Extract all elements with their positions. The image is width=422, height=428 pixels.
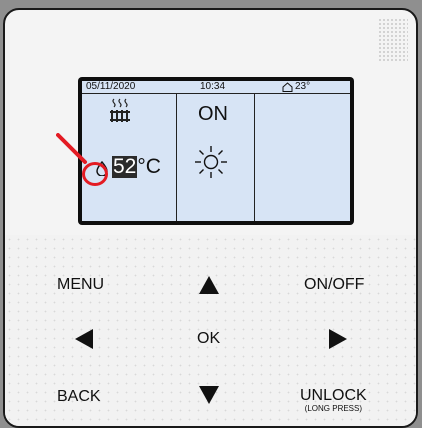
- ok-button[interactable]: OK: [197, 330, 220, 348]
- panel-divider: [176, 93, 177, 221]
- indoor-temp-value: 23°: [295, 81, 311, 92]
- lcd-display: 05/11/2020 10:34 23° 52 °C ON: [78, 77, 354, 225]
- date-text: 05/11/2020: [86, 81, 136, 92]
- up-arrow-icon[interactable]: [198, 275, 220, 295]
- water-setpoint[interactable]: 52 °C: [112, 155, 161, 179]
- unlock-label: UNLOCK: [300, 387, 367, 404]
- menu-button[interactable]: MENU: [57, 276, 104, 294]
- annotation-pointer: [56, 133, 87, 164]
- speaker-grille: [378, 18, 408, 63]
- lcd-screen: 05/11/2020 10:34 23° 52 °C ON: [82, 81, 350, 221]
- on-off-button[interactable]: ON/OFF: [304, 276, 364, 294]
- indoor-temp: 23°: [282, 81, 310, 93]
- status-bar: 05/11/2020 10:34 23°: [82, 81, 350, 94]
- unlock-hint: (LONG PRESS): [304, 404, 363, 413]
- setpoint-value: 52: [112, 155, 138, 178]
- left-arrow-icon[interactable]: [74, 328, 94, 350]
- down-arrow-icon[interactable]: [198, 385, 220, 405]
- home-icon: [282, 82, 293, 92]
- back-button[interactable]: BACK: [57, 388, 101, 406]
- time-text: 10:34: [200, 81, 226, 92]
- unlock-button[interactable]: UNLOCK (LONG PRESS): [300, 387, 367, 413]
- panel-divider: [254, 93, 255, 221]
- annotation-circle: [82, 162, 108, 186]
- heating-state: ON: [198, 103, 228, 125]
- right-arrow-icon[interactable]: [328, 328, 348, 350]
- radiator-heating-icon: [110, 98, 130, 122]
- setpoint-unit: °C: [137, 155, 161, 178]
- sun-icon: [195, 146, 227, 178]
